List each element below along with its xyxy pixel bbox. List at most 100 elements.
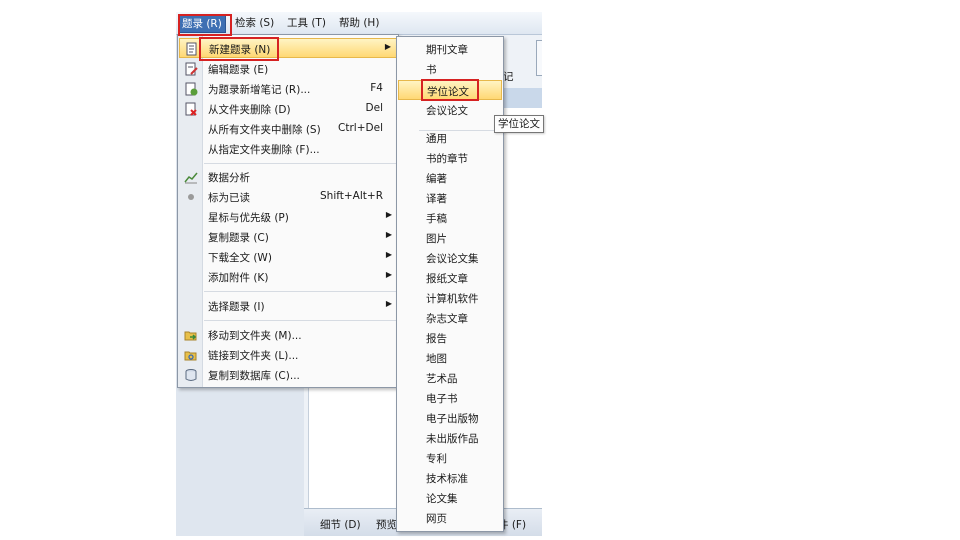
menu-item-label: 下载全文 (W): [208, 252, 272, 264]
submenu-item-label: 通用: [426, 133, 447, 145]
menu-separator: [204, 163, 396, 164]
submenu-item-label: 未出版作品: [426, 433, 479, 445]
submenu-item-label: 论文集: [426, 493, 458, 505]
move-folder-icon: [184, 328, 198, 342]
menu-item-label: 移动到文件夹 (M)...: [208, 330, 302, 342]
submenu-item-label: 会议论文: [426, 105, 468, 117]
submenu-item-label: 期刊文章: [426, 44, 468, 56]
submenu-arrow-icon: ▶: [385, 250, 392, 259]
entries-dropdown-menu: 新建题录 (N) ▶ 编辑题录 (E) 为题录新增笔记 (R)... F4 从文…: [177, 34, 399, 388]
submenu-item-label: 杂志文章: [426, 313, 468, 325]
menu-item-download-fulltext[interactable]: 下载全文 (W) ▶: [179, 247, 397, 267]
data-analysis-icon: [184, 170, 198, 184]
submenu-item-newspaper-article[interactable]: 报纸文章: [398, 268, 502, 288]
menu-item-mark-read[interactable]: 标为已读 Shift+Alt+R: [179, 187, 397, 207]
submenu-item-ebook[interactable]: 电子书: [398, 388, 502, 408]
submenu-item-label: 手稿: [426, 213, 447, 225]
submenu-item-map[interactable]: 地图: [398, 348, 502, 368]
submenu-item-label: 报告: [426, 333, 447, 345]
menu-item-data-analysis[interactable]: 数据分析: [179, 167, 397, 187]
submenu-arrow-icon: ▶: [384, 42, 391, 51]
submenu-item-label: 编著: [426, 173, 447, 185]
submenu-item-label: 图片: [426, 233, 447, 245]
menu-item-label: 复制题录 (C): [208, 232, 269, 244]
submenu-item-software[interactable]: 计算机软件: [398, 288, 502, 308]
submenu-item-book[interactable]: 书: [398, 59, 502, 79]
submenu-item-artwork[interactable]: 艺术品: [398, 368, 502, 388]
submenu-item-label: 书的章节: [426, 153, 468, 165]
submenu-item-label: 电子书: [426, 393, 458, 405]
submenu-item-image[interactable]: 图片: [398, 228, 502, 248]
submenu-item-label: 译著: [426, 193, 447, 205]
annotation-highlight-box: [199, 37, 279, 61]
menu-shortcut: Ctrl+Del: [338, 122, 383, 134]
menu-item-label: 数据分析: [208, 172, 250, 184]
delete-icon: [184, 102, 198, 116]
menu-item-delete-all-folders[interactable]: 从所有文件夹中删除 (S) Ctrl+Del: [179, 119, 397, 139]
tab-details[interactable]: 细节 (D): [316, 516, 365, 534]
submenu-item-proceedings[interactable]: 会议论文集: [398, 248, 502, 268]
menu-item-label: 复制到数据库 (C)...: [208, 370, 300, 382]
add-note-icon: [184, 82, 198, 96]
menu-shortcut: Del: [365, 102, 383, 114]
submenu-item-label: 会议论文集: [426, 253, 479, 265]
menu-shortcut: F4: [370, 82, 383, 94]
read-dot-icon: [184, 190, 198, 204]
annotation-highlight-box: [421, 79, 479, 101]
submenu-item-magazine-article[interactable]: 杂志文章: [398, 308, 502, 328]
submenu-item-label: 地图: [426, 353, 447, 365]
panel-tab-button[interactable]: [536, 40, 542, 76]
menu-item-move-to-folder[interactable]: 移动到文件夹 (M)...: [179, 325, 397, 345]
submenu-item-webpage[interactable]: 网页: [398, 508, 502, 528]
menu-item-add-attachment[interactable]: 添加附件 (K) ▶: [179, 267, 397, 287]
submenu-item-journal-article[interactable]: 期刊文章: [398, 39, 502, 59]
submenu-item-conference-paper[interactable]: 会议论文: [398, 100, 502, 120]
submenu-item-translated-book[interactable]: 译著: [398, 188, 502, 208]
submenu-arrow-icon: ▶: [385, 230, 392, 239]
submenu-item-label: 技术标准: [426, 473, 468, 485]
submenu-arrow-icon: ▶: [385, 210, 392, 219]
submenu-item-edited-book[interactable]: 编著: [398, 168, 502, 188]
menu-item-label: 标为已读: [208, 192, 250, 204]
copy-database-icon: [184, 368, 198, 382]
menu-item-copy-to-database[interactable]: 复制到数据库 (C)...: [179, 365, 397, 385]
submenu-item-report[interactable]: 报告: [398, 328, 502, 348]
submenu-arrow-icon: ▶: [385, 270, 392, 279]
submenu-item-generic[interactable]: 通用: [398, 128, 502, 148]
submenu-item-patent[interactable]: 专利: [398, 448, 502, 468]
submenu-item-standard[interactable]: 技术标准: [398, 468, 502, 488]
submenu-item-manuscript[interactable]: 手稿: [398, 208, 502, 228]
menu-separator: [204, 291, 396, 292]
menu-item-label: 从指定文件夹删除 (F)...: [208, 144, 320, 156]
menu-item-label: 编辑题录 (E): [208, 64, 269, 76]
menu-item-label: 链接到文件夹 (L)...: [208, 350, 299, 362]
tooltip: 学位论文: [494, 115, 544, 133]
menu-separator: [204, 320, 396, 321]
submenu-item-unpublished-work[interactable]: 未出版作品: [398, 428, 502, 448]
menu-item-select-entries[interactable]: 选择题录 (I) ▶: [179, 296, 397, 316]
menu-help[interactable]: 帮助 (H): [336, 15, 382, 31]
menu-item-add-note[interactable]: 为题录新增笔记 (R)... F4: [179, 79, 397, 99]
menu-item-star-priority[interactable]: 星标与优先级 (P) ▶: [179, 207, 397, 227]
menu-item-label: 从所有文件夹中删除 (S): [208, 124, 321, 136]
submenu-item-label: 网页: [426, 513, 447, 525]
submenu-item-label: 艺术品: [426, 373, 458, 385]
edit-entry-icon: [184, 62, 198, 76]
tab-partial-label[interactable]: 记: [503, 69, 514, 84]
menu-item-link-to-folder[interactable]: 链接到文件夹 (L)...: [179, 345, 397, 365]
menu-item-label: 星标与优先级 (P): [208, 212, 289, 224]
menu-item-label: 为题录新增笔记 (R)...: [208, 84, 311, 96]
link-folder-icon: [184, 348, 198, 362]
new-entry-icon: [185, 42, 199, 56]
menu-shortcut: Shift+Alt+R: [320, 190, 383, 202]
menu-item-edit-entry[interactable]: 编辑题录 (E): [179, 59, 397, 79]
menu-search[interactable]: 检索 (S): [232, 15, 277, 31]
new-entry-submenu: 期刊文章 书 学位论文 会议论文 通用 书的章节 编著 译著 手稿 图片 会议论…: [396, 36, 504, 532]
menu-item-delete-from-folder[interactable]: 从文件夹删除 (D) Del: [179, 99, 397, 119]
menu-item-delete-specified-folder[interactable]: 从指定文件夹删除 (F)...: [179, 139, 397, 159]
submenu-item-collection[interactable]: 论文集: [398, 488, 502, 508]
menu-item-copy-entry[interactable]: 复制题录 (C) ▶: [179, 227, 397, 247]
submenu-item-electronic-publication[interactable]: 电子出版物: [398, 408, 502, 428]
submenu-item-book-chapter[interactable]: 书的章节: [398, 148, 502, 168]
menu-tools[interactable]: 工具 (T): [284, 15, 329, 31]
